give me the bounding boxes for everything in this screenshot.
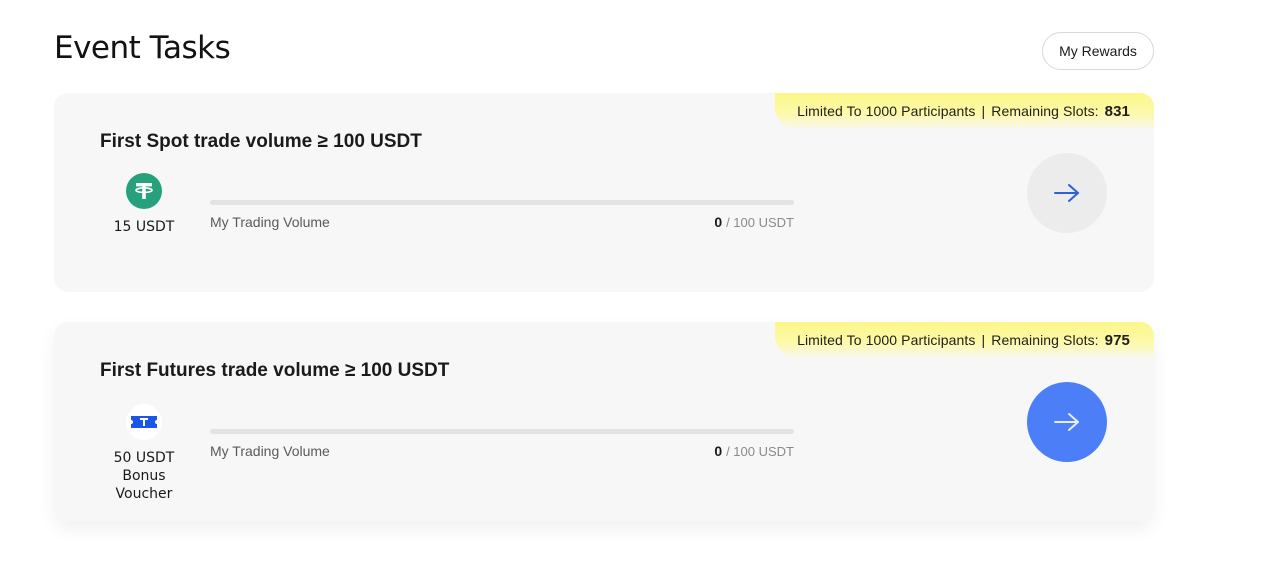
remaining-slots-label: Remaining Slots: (991, 103, 1099, 119)
page-title: Event Tasks (54, 30, 231, 66)
progress-current: 0 (714, 443, 723, 459)
task-title: First Futures trade volume ≥ 100 USDT (100, 360, 450, 381)
my-rewards-button[interactable]: My Rewards (1042, 32, 1154, 70)
trading-volume-progress: My Trading Volume 0 / 100 USDT (210, 200, 794, 230)
progress-total: / 100 USDT (726, 215, 794, 230)
slots-banner: Limited To 1000 Participants | Remaining… (775, 322, 1154, 358)
event-tasks-page: Event Tasks My Rewards Limited To 1000 P… (0, 0, 1280, 568)
participants-limit: Limited To 1000 Participants (797, 103, 976, 119)
participants-limit: Limited To 1000 Participants (797, 332, 976, 348)
slots-separator: | (981, 103, 986, 119)
go-task-button[interactable] (1027, 153, 1107, 233)
reward: 15 USDT (100, 173, 188, 236)
go-task-button[interactable] (1027, 382, 1107, 462)
reward-line: Bonus (122, 468, 166, 484)
remaining-slots-count: 975 (1104, 331, 1130, 349)
progress-value: 0 / 100 USDT (714, 443, 794, 459)
progress-label: My Trading Volume (210, 443, 330, 459)
task-title: First Spot trade volume ≥ 100 USDT (100, 131, 422, 152)
remaining-slots-count: 831 (1104, 102, 1130, 120)
task-card: Limited To 1000 Participants | Remaining… (54, 93, 1154, 292)
reward-line: Voucher (115, 486, 173, 502)
progress-track (210, 200, 794, 205)
voucher-ticket-icon (126, 404, 162, 440)
trading-volume-progress: My Trading Volume 0 / 100 USDT (210, 429, 794, 459)
reward: 50 USDT Bonus Voucher (100, 404, 188, 503)
progress-current: 0 (714, 214, 723, 230)
task-card: Limited To 1000 Participants | Remaining… (54, 322, 1154, 521)
arrow-right-icon (1054, 413, 1079, 431)
reward-line: 50 USDT (113, 450, 175, 466)
reward-amount: 15 USDT (113, 219, 175, 235)
slots-banner: Limited To 1000 Participants | Remaining… (775, 93, 1154, 129)
reward-description: 50 USDT Bonus Voucher (114, 449, 175, 503)
tether-icon (126, 173, 162, 209)
progress-total: / 100 USDT (726, 444, 794, 459)
progress-value: 0 / 100 USDT (714, 214, 794, 230)
arrow-right-icon (1054, 184, 1079, 202)
slots-separator: | (981, 332, 986, 348)
remaining-slots-label: Remaining Slots: (991, 332, 1099, 348)
progress-track (210, 429, 794, 434)
progress-label: My Trading Volume (210, 214, 330, 230)
